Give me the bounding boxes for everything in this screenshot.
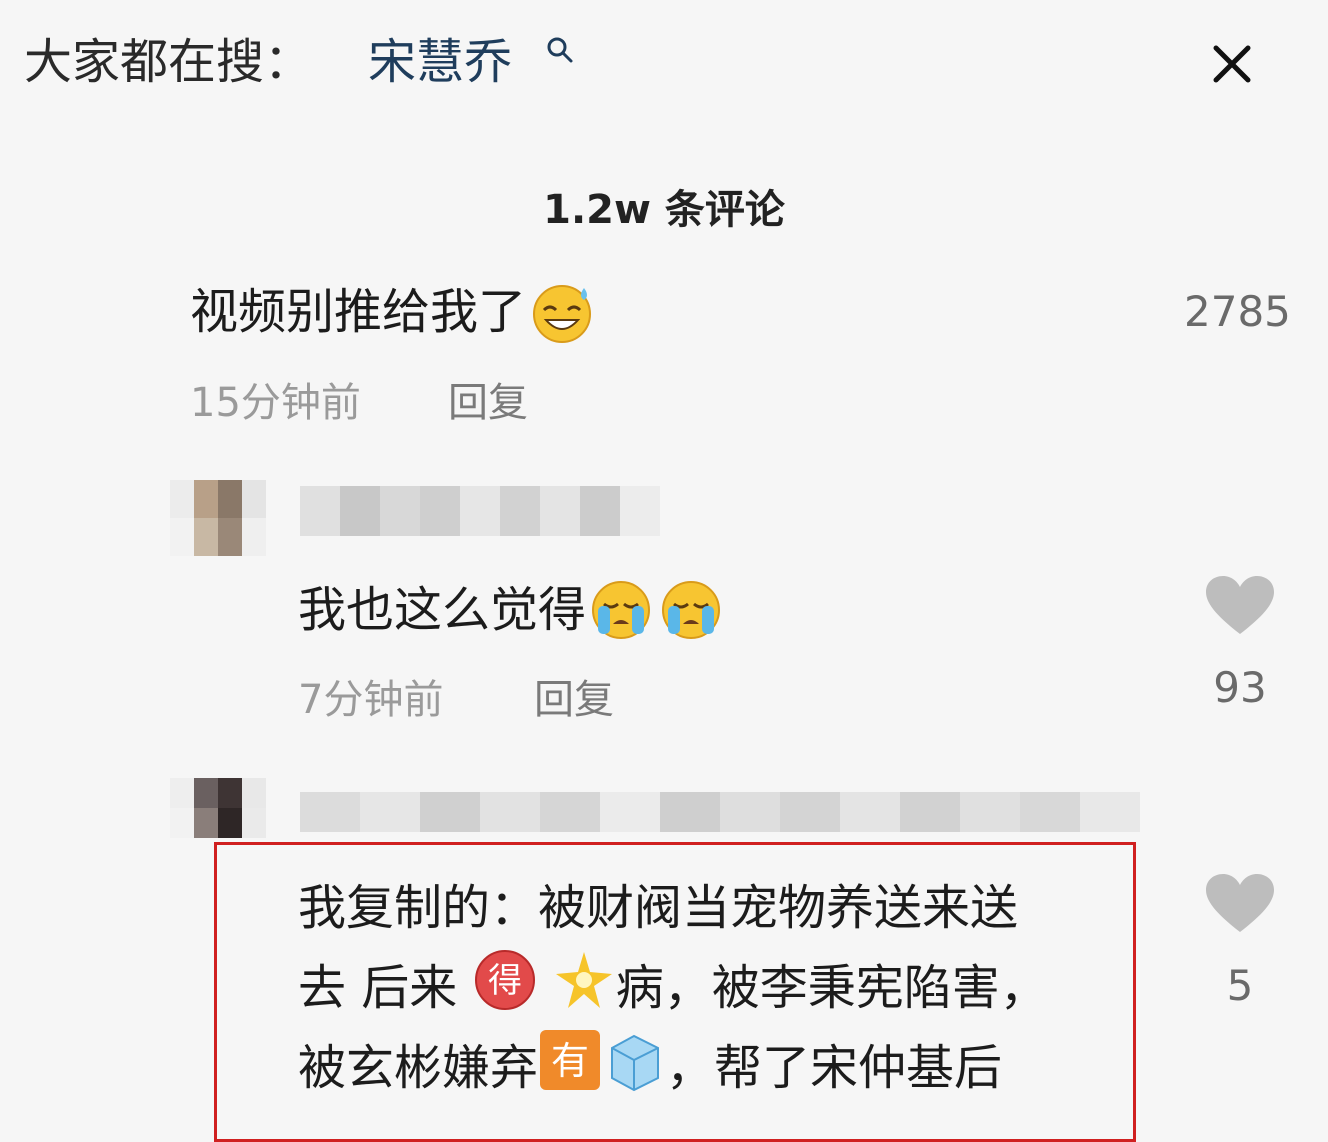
like-count: 2785 [1184, 287, 1291, 336]
comment-line: 被玄彬嫌弃 有 ，帮了宋仲基后 [298, 1028, 1048, 1108]
username-redacted[interactable] [300, 792, 1140, 832]
close-icon[interactable] [1206, 38, 1258, 90]
comment-text-content: 视频别推给我了 [190, 284, 527, 340]
avatar-redacted[interactable] [170, 778, 270, 838]
search-prefix-label: 大家都在搜： [24, 34, 313, 90]
like-count: 93 [1213, 663, 1267, 712]
comment-text: 我复制的：被财阀当宠物养送来送 去 后来 得 病，被李秉宪陷害， 被玄彬嫌弃 有… [298, 868, 1048, 1108]
username-redacted[interactable] [300, 486, 660, 536]
comment-line-text: 去 后来 [298, 960, 458, 1016]
ice-cube-icon [611, 1034, 660, 1092]
comment-time: 15分钟前 [190, 380, 361, 426]
you-badge-icon: 有 [540, 1030, 601, 1090]
laughing-sweat-emoji-icon [533, 285, 592, 343]
de-badge-icon: 得 [474, 950, 535, 1010]
comment-text-content: 我也这么觉得 [298, 582, 587, 638]
avatar-redacted[interactable] [170, 480, 270, 556]
reply-button[interactable]: 回复 [534, 672, 614, 728]
comment-text: 视频别推给我了 [190, 280, 596, 344]
comment-line-text: 被玄彬嫌弃 [298, 1040, 539, 1096]
you-badge-label: 有 [551, 1039, 589, 1083]
heart-icon[interactable] [1204, 872, 1276, 936]
comment-time: 7分钟前 [298, 677, 444, 723]
comment-line: 去 后来 得 病，被李秉宪陷害， [298, 948, 1048, 1028]
sparkle-star-icon [555, 952, 612, 1008]
loudly-crying-emoji-icon [662, 581, 721, 639]
reply-button[interactable]: 回复 [448, 375, 528, 431]
loudly-crying-emoji-icon [592, 581, 651, 639]
comment-line-text: 病，被李秉宪陷害， [615, 960, 1048, 1016]
comment-line-text: ，帮了宋仲基后 [666, 1040, 1003, 1096]
heart-icon[interactable] [1204, 574, 1276, 638]
like-count: 5 [1226, 961, 1254, 1010]
comment-text: 我也这么觉得 [298, 578, 726, 642]
comment-count-title: 1.2w 条评论 [543, 187, 785, 233]
search-suggestion-link[interactable]: 宋慧乔 [368, 30, 512, 94]
search-icon[interactable] [546, 36, 574, 64]
comment-line: 我复制的：被财阀当宠物养送来送 [298, 880, 1019, 936]
de-badge-label: 得 [488, 961, 522, 1001]
